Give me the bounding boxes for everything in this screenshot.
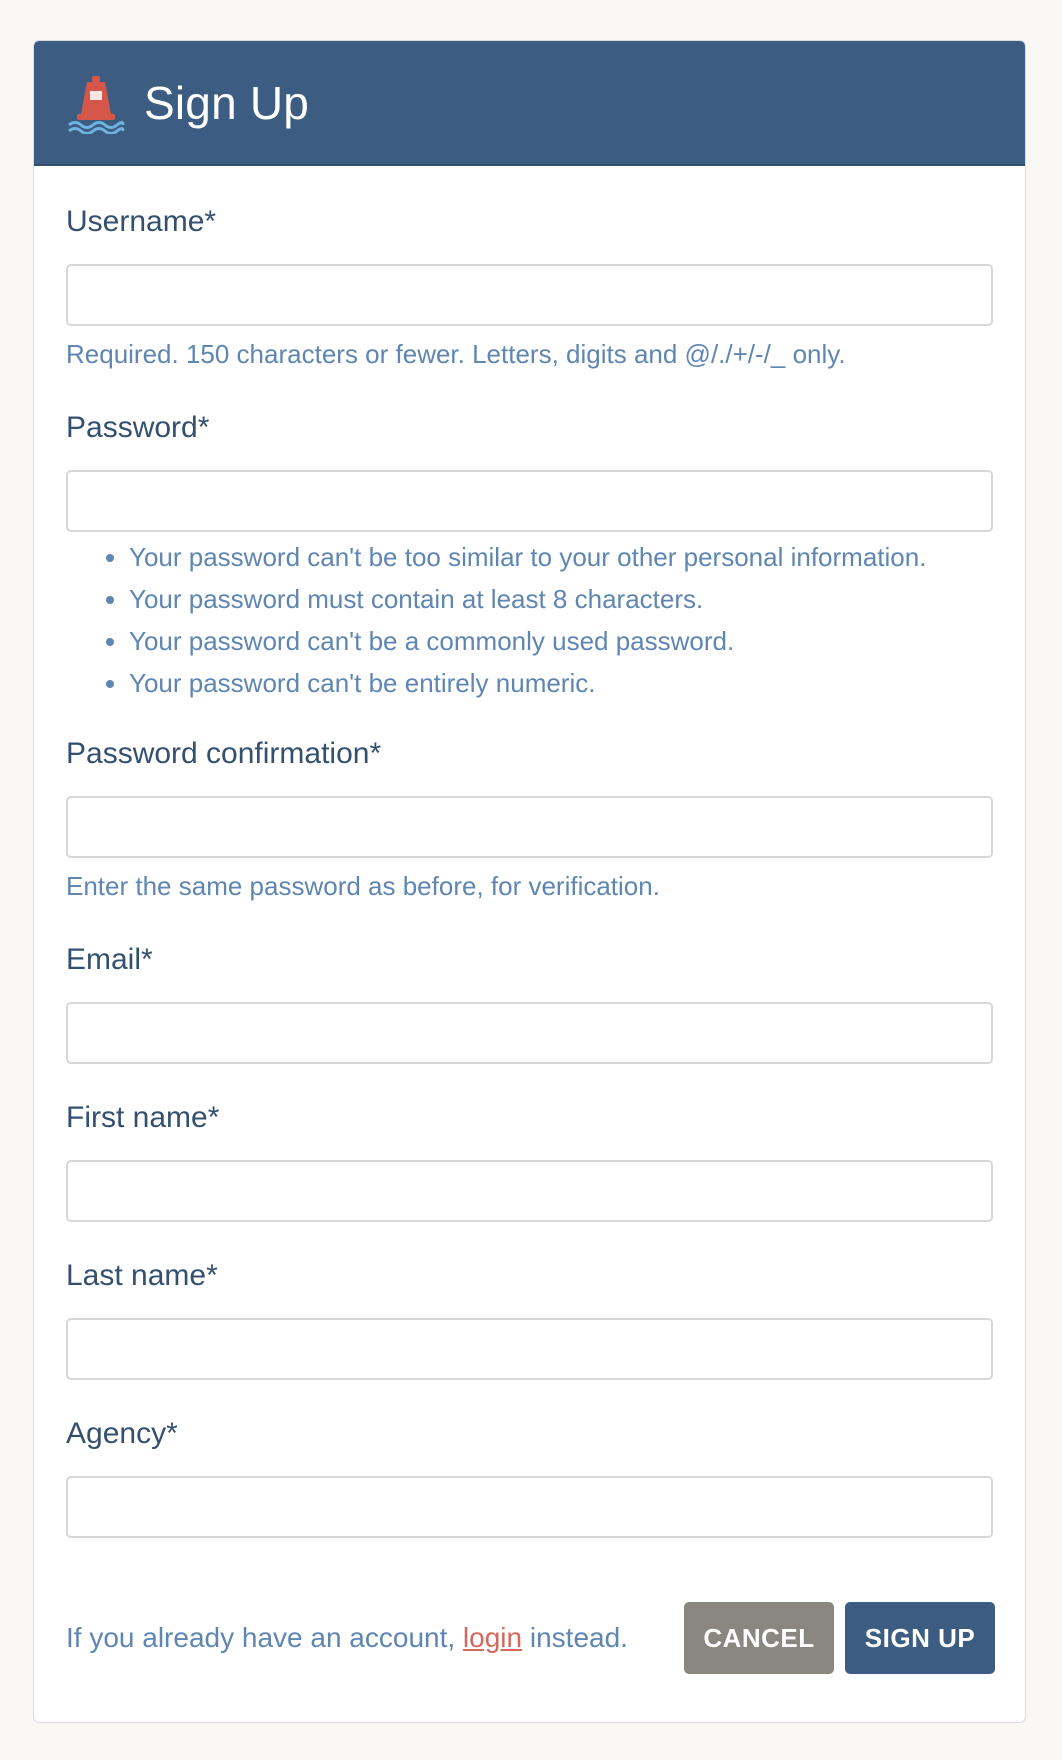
signup-card: Sign Up Username* Required. 150 characte… xyxy=(33,40,1026,1723)
email-label: Email* xyxy=(66,943,153,976)
password-input[interactable] xyxy=(66,470,993,532)
password-confirmation-input[interactable] xyxy=(66,796,993,858)
password-rules-list: Your password can't be too similar to yo… xyxy=(66,536,926,704)
login-prompt-before: If you already have an account, xyxy=(66,1622,463,1653)
password-confirmation-field-group: Password confirmation* Enter the same pa… xyxy=(66,736,993,901)
password-confirmation-help-text: Enter the same password as before, for v… xyxy=(66,871,660,901)
login-link[interactable]: login xyxy=(463,1622,522,1653)
password-confirmation-label: Password confirmation* xyxy=(66,737,382,770)
last-name-field-group: Last name* xyxy=(66,1258,993,1380)
first-name-field-group: First name* xyxy=(66,1100,993,1222)
form-footer: If you already have an account, login in… xyxy=(66,1602,995,1674)
password-rule-item: Your password can't be too similar to yo… xyxy=(129,536,926,578)
agency-field-group: Agency* xyxy=(66,1416,993,1538)
password-rule-item: Your password can't be entirely numeric. xyxy=(129,662,926,704)
buoy-icon xyxy=(65,72,127,135)
username-help-text: Required. 150 characters or fewer. Lette… xyxy=(66,339,846,369)
username-label: Username* xyxy=(66,205,217,238)
email-field-group: Email* xyxy=(66,942,993,1064)
password-field-group: Password* Your password can't be too sim… xyxy=(66,410,993,698)
last-name-label: Last name* xyxy=(66,1259,218,1292)
first-name-label: First name* xyxy=(66,1101,220,1134)
username-field-group: Username* Required. 150 characters or fe… xyxy=(66,204,993,369)
agency-label: Agency* xyxy=(66,1417,178,1450)
card-header: Sign Up xyxy=(34,41,1025,166)
cancel-button[interactable]: CANCEL xyxy=(684,1602,834,1674)
password-label: Password* xyxy=(66,411,210,444)
login-prompt-after: instead. xyxy=(522,1622,628,1653)
password-rule-item: Your password must contain at least 8 ch… xyxy=(129,578,926,620)
username-input[interactable] xyxy=(66,264,993,326)
login-prompt: If you already have an account, login in… xyxy=(66,1620,628,1656)
last-name-input[interactable] xyxy=(66,1318,993,1380)
first-name-input[interactable] xyxy=(66,1160,993,1222)
password-rule-item: Your password can't be a commonly used p… xyxy=(129,620,926,662)
email-input[interactable] xyxy=(66,1002,993,1064)
sign-up-button[interactable]: SIGN UP xyxy=(845,1602,995,1674)
page-title: Sign Up xyxy=(144,76,310,129)
agency-input[interactable] xyxy=(66,1476,993,1538)
